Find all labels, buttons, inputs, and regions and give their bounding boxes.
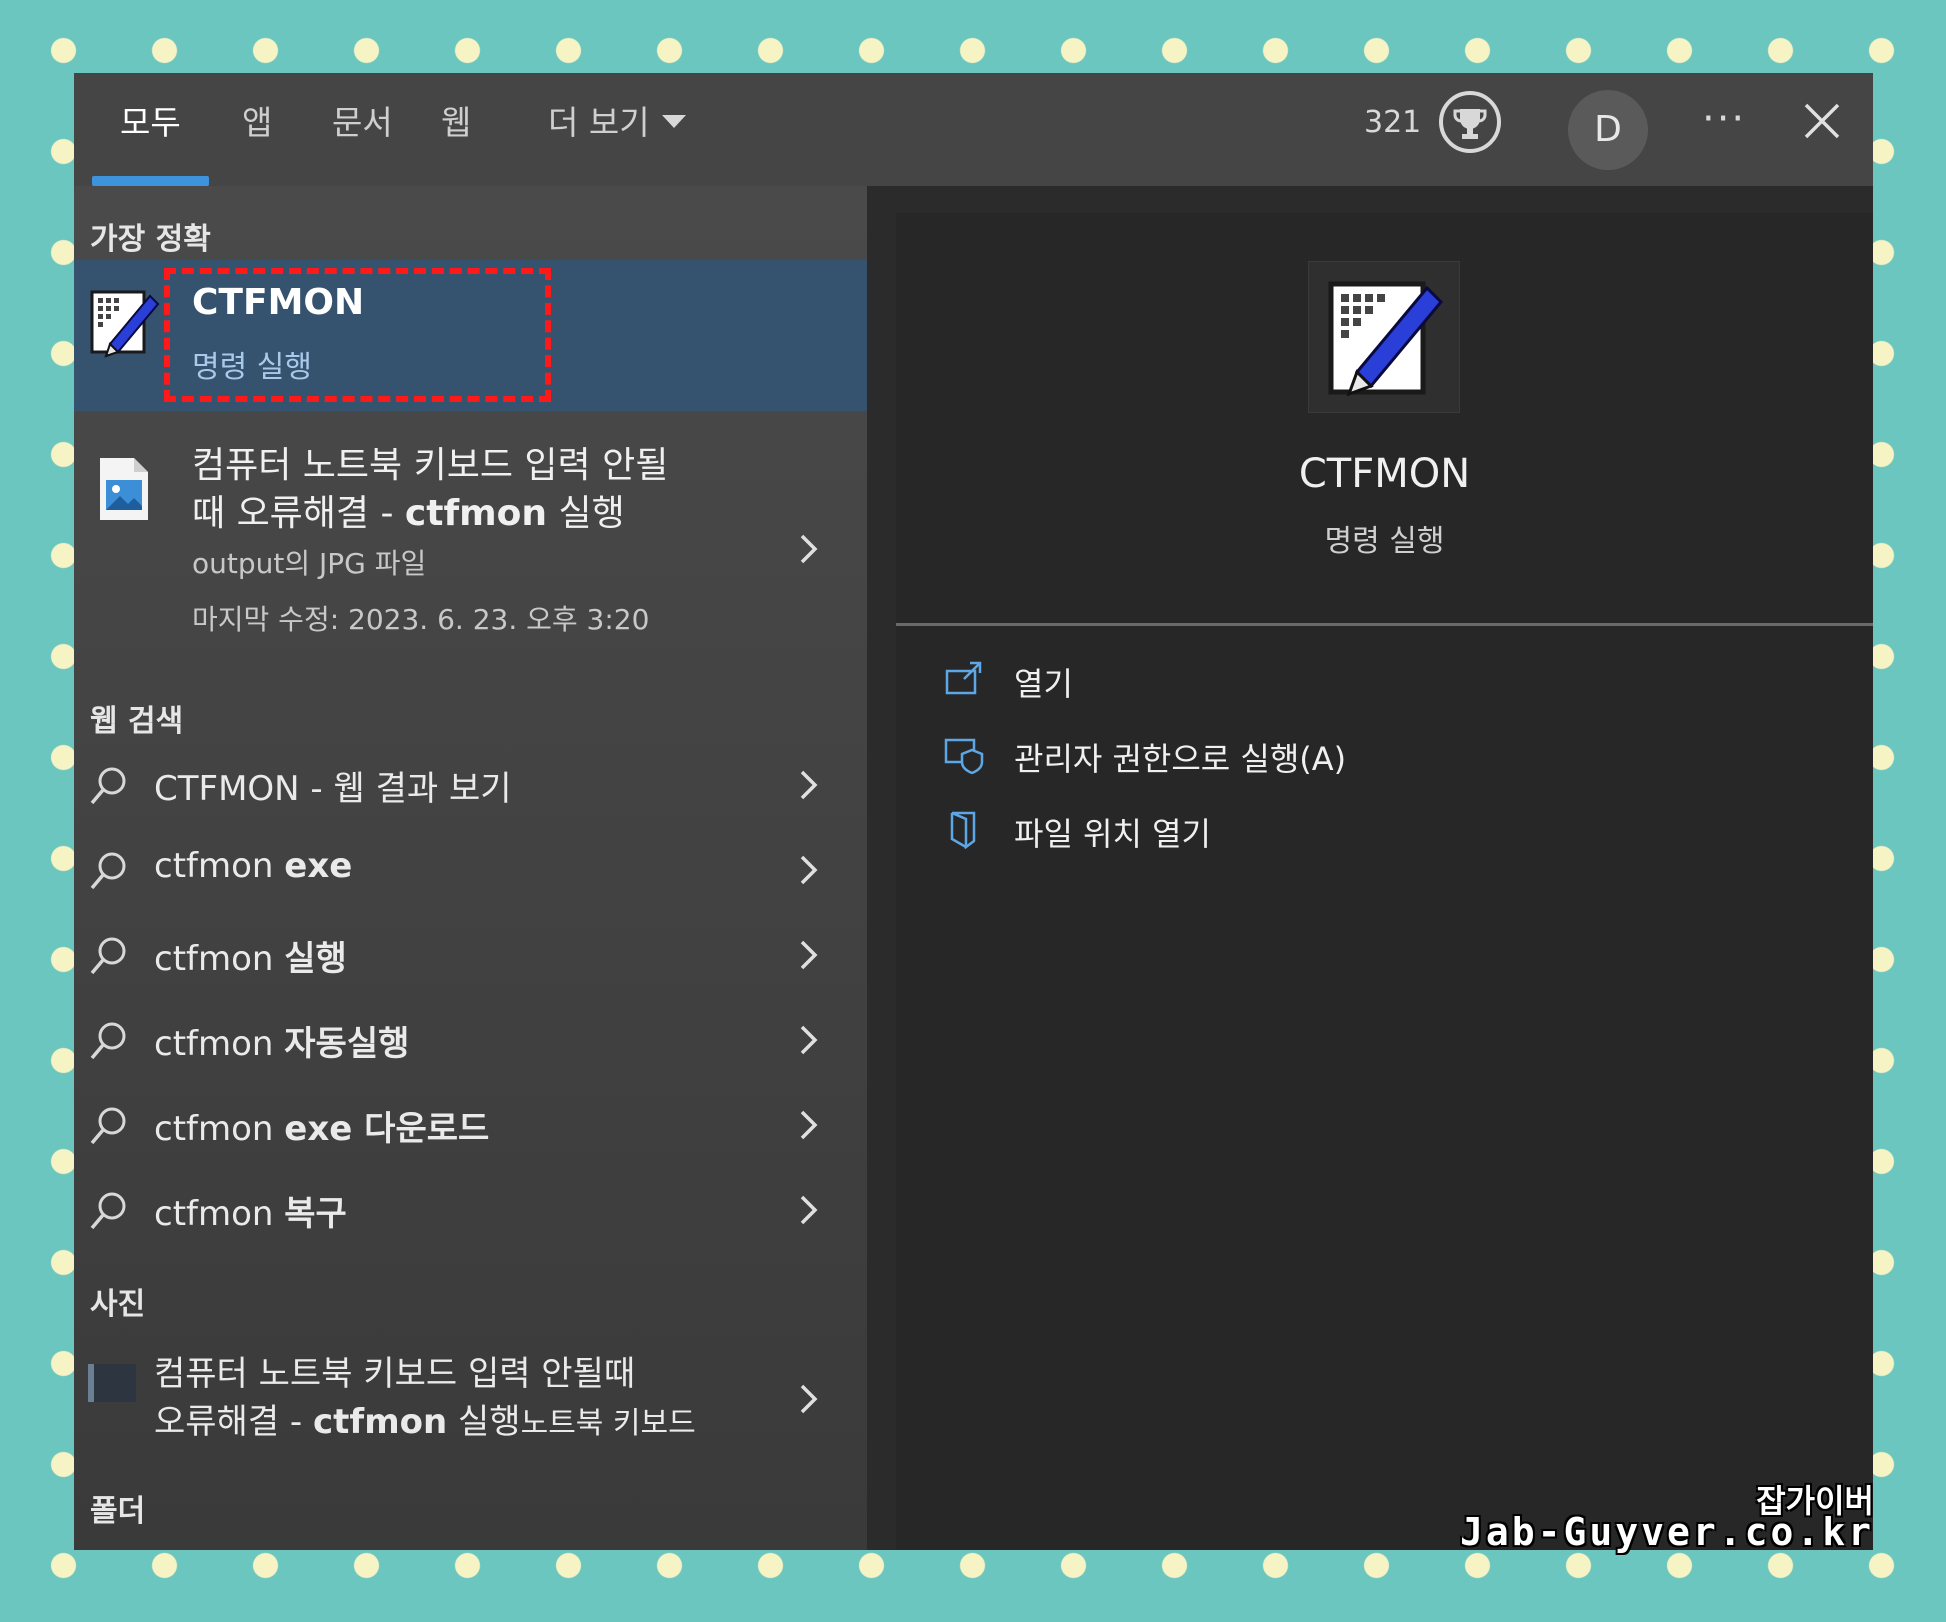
web-search-item[interactable]: ctfmon 실행: [74, 921, 867, 989]
search-icon: [88, 1105, 130, 1147]
run-as-admin-label: 관리자 권한으로 실행(A): [1014, 740, 1347, 778]
photo-title-line1: 컴퓨터 노트북 키보드 입력 안될때: [154, 1354, 636, 1394]
folder-location-icon: [944, 809, 984, 850]
avatar[interactable]: D: [1568, 90, 1648, 170]
trophy-icon[interactable]: [1439, 91, 1501, 153]
photos-heading: 사진: [90, 1287, 146, 1322]
chevron-right-icon[interactable]: [798, 768, 820, 802]
photo-result-item[interactable]: 컴퓨터 노트북 키보드 입력 안될때 오류해결 - ctfmon 실행노트북 키…: [74, 1346, 867, 1454]
chevron-right-icon[interactable]: [798, 1193, 820, 1227]
tab-apps[interactable]: 앱: [242, 73, 272, 186]
web-search-item[interactable]: ctfmon 자동실행: [74, 1006, 867, 1074]
open-file-location-label: 파일 위치 열기: [1014, 815, 1211, 853]
shield-icon: [944, 734, 984, 775]
search-window: 모두 앱 문서 웹 더 보기 321 D ··· 가장 정확 CTFMON 명령…: [74, 73, 1873, 1550]
highlight-box: [164, 268, 551, 402]
chevron-right-icon[interactable]: [798, 1382, 820, 1416]
web-search-item[interactable]: ctfmon 복구: [74, 1176, 867, 1244]
search-icon: [88, 935, 130, 977]
close-icon[interactable]: [1802, 101, 1842, 141]
tab-more[interactable]: 더 보기: [548, 73, 686, 186]
search-header: 모두 앱 문서 웹 더 보기 321 D ···: [74, 73, 1873, 186]
more-options-icon[interactable]: ···: [1702, 73, 1746, 165]
web-search-heading: 웹 검색: [90, 704, 184, 739]
web-search-label: ctfmon exe: [154, 846, 353, 886]
image-file-icon: [96, 456, 152, 522]
open-action-label: 열기: [1014, 665, 1073, 703]
document-result-item[interactable]: 컴퓨터 노트북 키보드 입력 안될 때 오류해결 - ctfmon 실행 out…: [74, 436, 867, 636]
ctfmon-large-icon: [1308, 261, 1460, 413]
web-search-label: ctfmon 실행: [154, 939, 347, 979]
chevron-right-icon[interactable]: [798, 532, 820, 566]
active-tab-indicator: [92, 176, 209, 186]
web-search-item[interactable]: CTFMON - 웹 결과 보기: [74, 751, 867, 819]
chevron-right-icon[interactable]: [798, 1108, 820, 1142]
detail-pane: CTFMON 명령 실행 열기 관리자 권한으로 실행(A) 파일 위치 열기: [896, 213, 1873, 1550]
search-icon: [88, 1190, 130, 1232]
chevron-down-icon: [661, 115, 686, 128]
web-search-item[interactable]: ctfmon exe 다운로드: [74, 1091, 867, 1159]
tab-documents[interactable]: 문서: [332, 73, 393, 186]
watermark-url: Jab-Guyver.co.kr: [1459, 1510, 1874, 1554]
web-search-label: ctfmon 자동실행: [154, 1024, 410, 1064]
photo-title-line2: 오류해결 - ctfmon 실행노트북 키보드: [154, 1402, 696, 1442]
web-search-label: ctfmon exe 다운로드: [154, 1109, 490, 1149]
document-modified-date: 마지막 수정: 2023. 6. 23. 오후 3:20: [192, 603, 650, 636]
detail-title: CTFMON: [1298, 451, 1471, 497]
detail-divider: [896, 623, 1873, 626]
web-search-label: CTFMON - 웹 결과 보기: [154, 769, 512, 809]
chevron-right-icon[interactable]: [798, 1023, 820, 1057]
rewards-points: 321: [1364, 105, 1422, 140]
open-file-location-action[interactable]: 파일 위치 열기: [944, 803, 1644, 859]
web-search-label: ctfmon 복구: [154, 1194, 347, 1234]
chevron-right-icon[interactable]: [798, 853, 820, 887]
detail-subtitle: 명령 실행: [1324, 524, 1445, 559]
photo-thumbnail: [88, 1364, 136, 1402]
chevron-right-icon[interactable]: [798, 938, 820, 972]
open-icon: [944, 659, 984, 699]
open-action[interactable]: 열기: [944, 653, 1644, 709]
ctfmon-app-icon: [88, 286, 160, 358]
document-title-line2: 때 오류해결 - ctfmon 실행: [192, 493, 625, 534]
best-match-item[interactable]: CTFMON 명령 실행: [74, 260, 867, 411]
results-pane: 가장 정확 CTFMON 명령 실행 컴퓨터 노트북 키보드 입력 안될 때 오…: [74, 186, 867, 1550]
tab-more-label: 더 보기: [548, 103, 650, 142]
web-search-item[interactable]: ctfmon exe: [74, 836, 867, 904]
tab-all[interactable]: 모두: [120, 73, 181, 186]
best-match-heading: 가장 정확: [90, 222, 211, 257]
search-icon: [88, 1020, 130, 1062]
run-as-admin-action[interactable]: 관리자 권한으로 실행(A): [944, 728, 1644, 784]
tab-web[interactable]: 웹: [441, 73, 471, 186]
document-type: output의 JPG 파일: [192, 547, 427, 580]
search-icon: [88, 765, 130, 807]
search-icon: [88, 850, 130, 892]
document-title-line1: 컴퓨터 노트북 키보드 입력 안될: [192, 445, 669, 486]
folders-heading: 폴더: [90, 1494, 146, 1529]
